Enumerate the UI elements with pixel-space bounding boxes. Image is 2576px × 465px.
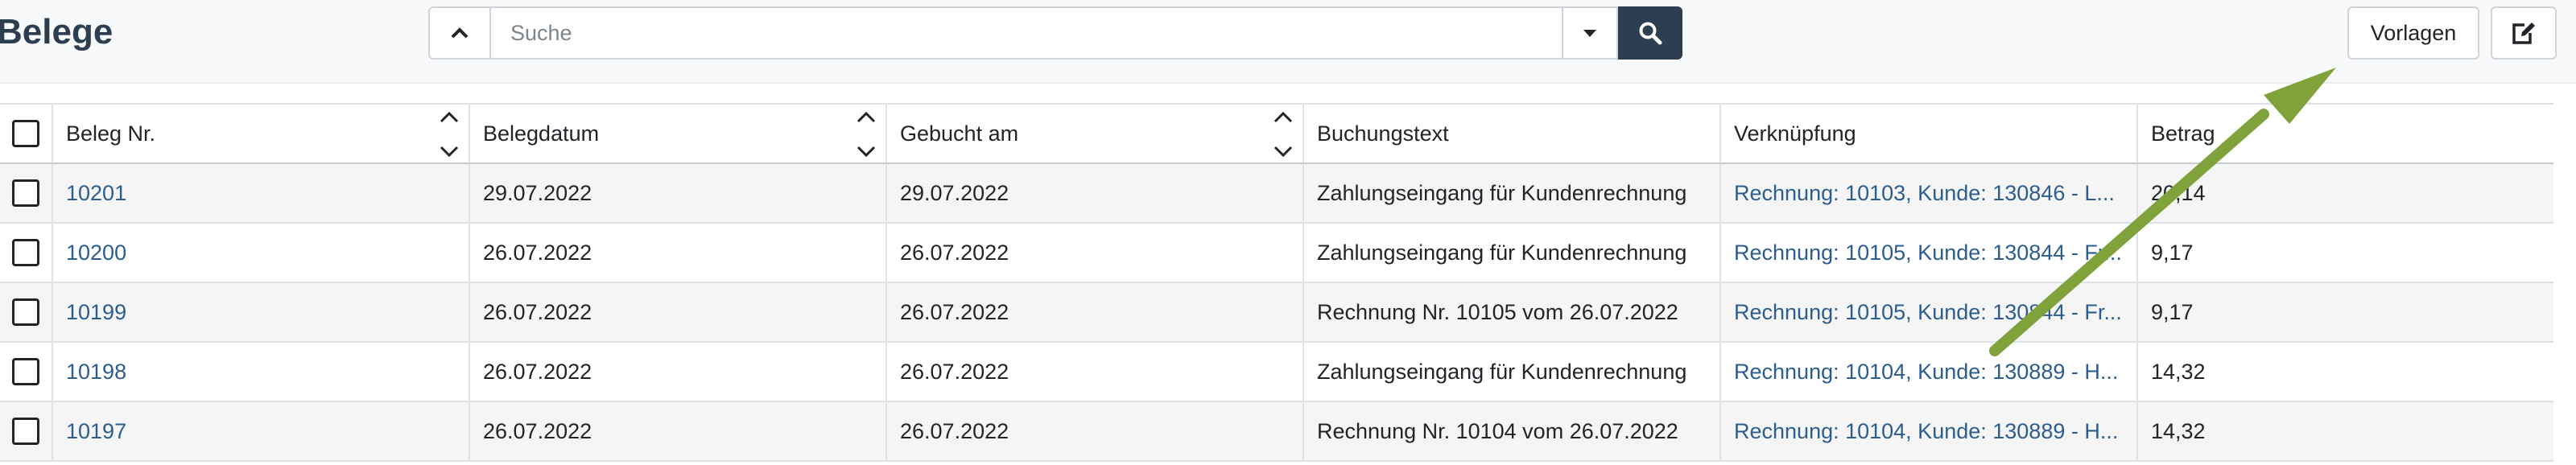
belegdatum-cell: 26.07.2022 — [470, 343, 887, 401]
table-row[interactable]: 10197 26.07.2022 26.07.2022 Rechnung Nr.… — [0, 402, 2553, 462]
table-row[interactable]: 10199 26.07.2022 26.07.2022 Rechnung Nr.… — [0, 283, 2553, 343]
belegdatum-cell: 26.07.2022 — [470, 283, 887, 341]
page-title: Belege — [0, 12, 114, 51]
column-label: Buchungstext — [1317, 121, 1449, 146]
column-label: Betrag — [2151, 121, 2215, 146]
row-check-cell — [0, 164, 53, 222]
betrag-cell: 14,32 — [2151, 359, 2206, 384]
table-row[interactable]: 10198 26.07.2022 26.07.2022 Zahlungseing… — [0, 343, 2553, 402]
column-header-verknuepfung: Verknüpfung — [1721, 105, 2138, 163]
belegdatum-cell: 26.07.2022 — [470, 402, 887, 460]
column-header-beleg-nr[interactable]: Beleg Nr. — [53, 105, 470, 163]
verknuepfung-link[interactable]: Rechnung: 10105, Kunde: 130844 - Fr... — [1734, 300, 2122, 325]
beleg-nr-link[interactable]: 10198 — [66, 360, 126, 385]
verknuepfung-link[interactable]: Rechnung: 10104, Kunde: 130889 - H... — [1734, 419, 2118, 444]
beleg-nr-link[interactable]: 10199 — [66, 300, 126, 325]
beleg-nr-cell: 10200 — [53, 224, 470, 282]
column-label: Verknüpfung — [1734, 121, 1856, 146]
beleg-nr-link[interactable]: 10197 — [66, 419, 126, 444]
row-checkbox[interactable] — [12, 418, 39, 445]
row-checkbox[interactable] — [12, 239, 39, 266]
vorlagen-button[interactable]: Vorlagen — [2347, 6, 2479, 60]
verknuepfung-cell: Rechnung: 10105, Kunde: 130844 - Fr... — [1721, 224, 2138, 282]
beleg-nr-cell: 10201 — [53, 164, 470, 222]
verknuepfung-cell: Rechnung: 10105, Kunde: 130844 - Fr... — [1721, 283, 2138, 341]
sort-icon[interactable] — [1272, 111, 1294, 158]
search-input[interactable] — [491, 6, 1562, 60]
search-bar — [428, 6, 1682, 60]
column-header-gebucht-am[interactable]: Gebucht am — [887, 105, 1304, 163]
beleg-nr-link[interactable]: 10201 — [66, 181, 126, 206]
betrag-cell: 14,32 — [2151, 418, 2206, 443]
gebucht-am-cell: 26.07.2022 — [887, 343, 1304, 401]
belegdatum-cell: 26.07.2022 — [470, 224, 887, 282]
verknuepfung-cell: Rechnung: 10103, Kunde: 130846 - L... — [1721, 164, 2138, 222]
column-header-betrag: Betrag — [2138, 105, 2553, 163]
belege-table: Beleg Nr. Belegdatum Gebucht am Buchungs… — [0, 103, 2553, 462]
beleg-nr-cell: 10199 — [53, 283, 470, 341]
belegdatum-cell: 29.07.2022 — [470, 164, 887, 222]
beleg-nr-cell: 10197 — [53, 402, 470, 460]
betrag-cell: 20,14 — [2151, 180, 2206, 205]
search-button[interactable] — [1618, 6, 1682, 60]
gebucht-am-cell: 29.07.2022 — [887, 164, 1304, 222]
buchungstext-cell: Zahlungseingang für Kundenrechnung — [1304, 343, 1721, 401]
verknuepfung-link[interactable]: Rechnung: 10104, Kunde: 130889 - H... — [1734, 360, 2118, 385]
caret-down-icon — [1583, 30, 1596, 37]
column-label: Belegdatum — [483, 121, 600, 146]
gebucht-am-cell: 26.07.2022 — [887, 402, 1304, 460]
edit-icon — [2512, 23, 2535, 44]
row-checkbox[interactable] — [12, 358, 39, 385]
sort-icon[interactable] — [438, 111, 460, 158]
search-options-button[interactable] — [1562, 6, 1618, 60]
gebucht-am-cell: 26.07.2022 — [887, 283, 1304, 341]
select-all-checkbox[interactable] — [12, 120, 39, 147]
verknuepfung-cell: Rechnung: 10104, Kunde: 130889 - H... — [1721, 402, 2138, 460]
column-label: Beleg Nr. — [66, 121, 156, 146]
row-checkbox[interactable] — [12, 298, 39, 326]
buchungstext-cell: Zahlungseingang für Kundenrechnung — [1304, 164, 1721, 222]
page: Belege Vorlagen — [0, 0, 2576, 465]
buchungstext-cell: Rechnung Nr. 10105 vom 26.07.2022 — [1304, 283, 1721, 341]
edit-button[interactable] — [2491, 6, 2557, 60]
row-check-cell — [0, 224, 53, 282]
column-header-buchungstext: Buchungstext — [1304, 105, 1721, 163]
buchungstext-cell: Rechnung Nr. 10104 vom 26.07.2022 — [1304, 402, 1721, 460]
sort-icon[interactable] — [855, 111, 877, 158]
header-check-cell — [0, 105, 53, 163]
beleg-nr-cell: 10198 — [53, 343, 470, 401]
row-check-cell — [0, 343, 53, 401]
collapse-button[interactable] — [428, 6, 491, 60]
search-icon — [1639, 22, 1662, 45]
row-checkbox[interactable] — [12, 179, 39, 207]
verknuepfung-link[interactable]: Rechnung: 10103, Kunde: 130846 - L... — [1734, 181, 2115, 206]
table-row[interactable]: 10201 29.07.2022 29.07.2022 Zahlungseing… — [0, 164, 2553, 224]
top-bar: Belege Vorlagen — [0, 0, 2576, 84]
chevron-up-icon — [451, 27, 469, 39]
betrag-cell: 9,17 — [2151, 299, 2194, 324]
row-check-cell — [0, 283, 53, 341]
betrag-cell: 9,17 — [2151, 240, 2194, 265]
buchungstext-cell: Zahlungseingang für Kundenrechnung — [1304, 224, 1721, 282]
row-check-cell — [0, 402, 53, 460]
gebucht-am-cell: 26.07.2022 — [887, 224, 1304, 282]
column-label: Gebucht am — [900, 121, 1019, 146]
table-header: Beleg Nr. Belegdatum Gebucht am Buchungs… — [0, 105, 2553, 164]
verknuepfung-cell: Rechnung: 10104, Kunde: 130889 - H... — [1721, 343, 2138, 401]
verknuepfung-link[interactable]: Rechnung: 10105, Kunde: 130844 - Fr... — [1734, 241, 2122, 265]
column-header-belegdatum[interactable]: Belegdatum — [470, 105, 887, 163]
beleg-nr-link[interactable]: 10200 — [66, 241, 126, 265]
table-row[interactable]: 10200 26.07.2022 26.07.2022 Zahlungseing… — [0, 224, 2553, 283]
